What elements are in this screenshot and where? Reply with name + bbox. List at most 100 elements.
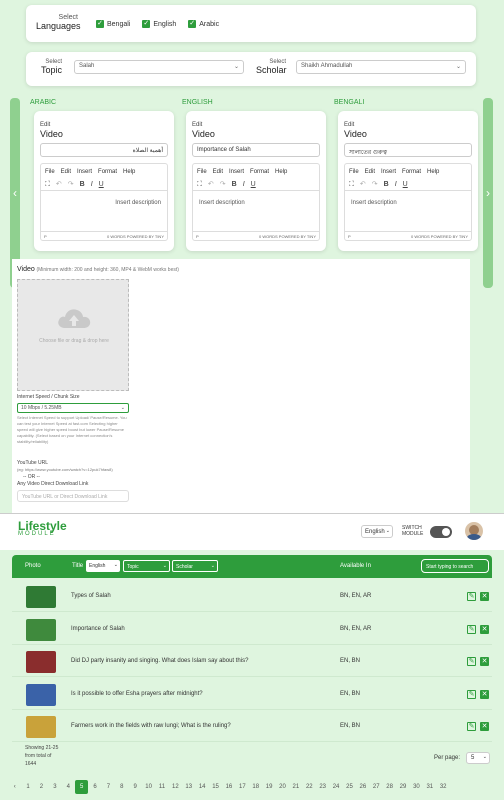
title-input[interactable]: أهمية الصلاة: [40, 143, 168, 157]
italic-icon[interactable]: I: [91, 181, 93, 188]
redo-icon[interactable]: ↷: [372, 181, 378, 188]
undo-icon[interactable]: ↶: [360, 181, 366, 188]
delete-icon[interactable]: ✕: [480, 689, 489, 699]
editor-menu-item[interactable]: Format: [98, 169, 117, 175]
per-page-select[interactable]: 5 ⌄: [466, 752, 490, 764]
description-area[interactable]: Insert description: [199, 200, 245, 206]
editor-menu-item[interactable]: Help: [275, 169, 287, 175]
direct-link-input[interactable]: YouTube URL or Direct Download Link: [17, 490, 129, 502]
expand-icon[interactable]: ⛶: [45, 181, 50, 188]
page-number[interactable]: 29: [396, 780, 409, 794]
page-number[interactable]: 4: [62, 780, 75, 794]
page-number[interactable]: 8: [115, 780, 128, 794]
edit-icon[interactable]: ✎: [467, 657, 476, 666]
editor-menu-item[interactable]: Edit: [365, 169, 375, 175]
title-input[interactable]: সালাতের গুরুত্ব: [344, 143, 472, 157]
page-number[interactable]: 9: [129, 780, 142, 794]
editor-menu-item[interactable]: Insert: [229, 169, 244, 175]
page-number[interactable]: 10: [142, 780, 155, 794]
prev-page-button[interactable]: ‹: [8, 780, 21, 794]
underline-icon[interactable]: U: [403, 181, 408, 188]
page-number[interactable]: 18: [249, 780, 262, 794]
page-number[interactable]: 14: [195, 780, 208, 794]
undo-icon[interactable]: ↶: [208, 181, 214, 188]
delete-icon[interactable]: ✕: [480, 657, 489, 666]
filter-scholar-select[interactable]: Scholar ⌄: [172, 560, 218, 572]
editor-menu-item[interactable]: File: [45, 169, 55, 175]
table-row[interactable]: Is it possible to offer Esha prayers aft…: [12, 679, 492, 710]
table-row[interactable]: Types of Salah BN, EN, AR ✎ ✕: [12, 582, 492, 612]
page-number[interactable]: 15: [209, 780, 222, 794]
search-input[interactable]: Start typing to search: [421, 559, 489, 573]
italic-icon[interactable]: I: [395, 181, 397, 188]
delete-icon[interactable]: ✕: [480, 624, 489, 634]
switch-module-toggle[interactable]: [430, 526, 452, 538]
topic-select[interactable]: Salah ⌄: [74, 60, 244, 74]
page-number[interactable]: 32: [437, 780, 450, 794]
carousel-next-button[interactable]: ›: [483, 98, 493, 288]
editor-menu-item[interactable]: Edit: [213, 169, 223, 175]
undo-icon[interactable]: ↶: [56, 181, 62, 188]
checkbox-bengali[interactable]: ✓ Bengali: [96, 20, 130, 28]
checkbox-english[interactable]: ✓ English: [142, 20, 176, 28]
description-area[interactable]: Insert description: [115, 200, 161, 206]
page-number[interactable]: 17: [236, 780, 249, 794]
editor-menu-item[interactable]: Help: [427, 169, 439, 175]
table-row[interactable]: Did DJ party insanity and singing. What …: [12, 647, 492, 677]
editor-menu-item[interactable]: Format: [402, 169, 421, 175]
avatar[interactable]: [465, 522, 483, 540]
editor-menu-item[interactable]: Insert: [77, 169, 92, 175]
page-number[interactable]: 31: [423, 780, 436, 794]
page-number[interactable]: 30: [410, 780, 423, 794]
bold-icon[interactable]: B: [232, 181, 237, 188]
delete-icon[interactable]: ✕: [480, 722, 489, 731]
editor-menu-item[interactable]: File: [197, 169, 207, 175]
bold-icon[interactable]: B: [384, 181, 389, 188]
filter-language-select[interactable]: English ⌄: [86, 560, 120, 572]
editor-menu-item[interactable]: File: [349, 169, 359, 175]
page-number[interactable]: 21: [289, 780, 302, 794]
page-number[interactable]: 11: [155, 780, 168, 794]
page-number[interactable]: 23: [316, 780, 329, 794]
page-number[interactable]: 7: [102, 780, 115, 794]
table-row[interactable]: Farmers work in the fields with raw lung…: [12, 712, 492, 742]
page-number[interactable]: 19: [262, 780, 275, 794]
redo-icon[interactable]: ↷: [68, 181, 74, 188]
checkbox-arabic[interactable]: ✓ Arabic: [188, 20, 219, 28]
page-number[interactable]: 13: [182, 780, 195, 794]
page-number[interactable]: 1: [21, 780, 34, 794]
page-number[interactable]: 12: [169, 780, 182, 794]
page-number[interactable]: 16: [222, 780, 235, 794]
title-input[interactable]: Importance of Salah: [192, 143, 320, 157]
page-number[interactable]: 22: [303, 780, 316, 794]
page-number[interactable]: 3: [48, 780, 61, 794]
editor-menu-item[interactable]: Format: [250, 169, 269, 175]
delete-icon[interactable]: ✕: [480, 592, 489, 601]
italic-icon[interactable]: I: [243, 181, 245, 188]
redo-icon[interactable]: ↷: [220, 181, 226, 188]
editor-menu-item[interactable]: Edit: [61, 169, 71, 175]
page-number[interactable]: 5: [74, 780, 89, 794]
edit-icon[interactable]: ✎: [467, 722, 476, 731]
dropzone[interactable]: Choose file or drag & drop here: [17, 279, 129, 391]
scholar-select[interactable]: Shaikh Ahmadullah ⌄: [296, 60, 466, 74]
description-area[interactable]: Insert description: [351, 200, 397, 206]
table-row[interactable]: Importance of Salah BN, EN, AR ✎ ✕: [12, 614, 492, 645]
edit-icon[interactable]: ✎: [467, 689, 476, 699]
page-number[interactable]: 27: [370, 780, 383, 794]
filter-topic-select[interactable]: Topic ⌄: [123, 560, 170, 572]
page-number[interactable]: 24: [329, 780, 342, 794]
editor-menu-item[interactable]: Help: [123, 169, 135, 175]
page-number[interactable]: 20: [276, 780, 289, 794]
bold-icon[interactable]: B: [80, 181, 85, 188]
underline-icon[interactable]: U: [251, 181, 256, 188]
page-number[interactable]: 2: [35, 780, 48, 794]
page-number[interactable]: 25: [343, 780, 356, 794]
language-select[interactable]: English ⌄: [361, 525, 393, 538]
editor-menu-item[interactable]: Insert: [381, 169, 396, 175]
page-number[interactable]: 26: [356, 780, 369, 794]
expand-icon[interactable]: ⛶: [349, 181, 354, 188]
edit-icon[interactable]: ✎: [467, 592, 476, 601]
edit-icon[interactable]: ✎: [467, 624, 476, 634]
underline-icon[interactable]: U: [99, 181, 104, 188]
